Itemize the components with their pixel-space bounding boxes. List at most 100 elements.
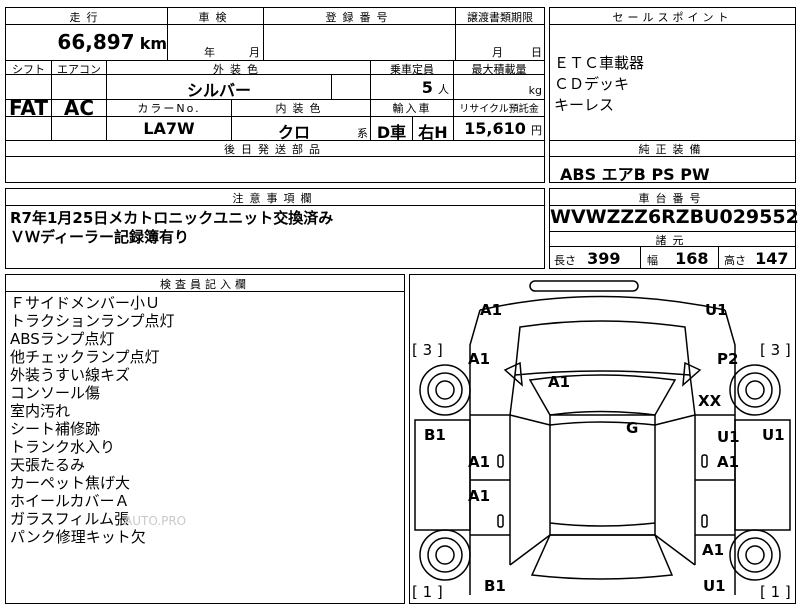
inspector-note-line: 天張たるみ: [10, 456, 86, 474]
bracket-right-bottom: [ 1 ]: [760, 583, 791, 601]
spec-width: 幅 168: [647, 249, 709, 268]
hood: [514, 320, 691, 376]
front-bumper: [479, 295, 726, 311]
damage-diagram-box: A1 U1 [ 3 ] [ 3 ] A1 P2 A1 XX B1 G U1 U1…: [409, 274, 796, 604]
mark-a1-left-door1: A1: [468, 453, 491, 471]
import-value-2: 右H: [418, 123, 448, 142]
rear-window: [530, 534, 674, 580]
mileage-value: 66,897: [57, 30, 135, 54]
mark-u1-right-edge: U1: [762, 426, 785, 444]
sales-point-1: ＥＴＣ車載器: [554, 54, 645, 72]
inspector-note-line: コンソール傷: [10, 384, 101, 402]
interior-value: クロ: [277, 123, 310, 142]
mark-a1-hood: A1: [548, 373, 571, 391]
hood-edge-left: [509, 374, 516, 416]
mileage-unit: km: [139, 34, 167, 53]
transfer-day-label: 日: [531, 46, 542, 59]
mark-a1-right-door1: A1: [717, 453, 740, 471]
inspector-note-line: カーペット焦げ大: [10, 474, 131, 492]
notice-header: 注意事項欄: [232, 192, 318, 205]
inspector-header: 検査員記入欄: [160, 278, 250, 291]
capacity-header: 乗車定員: [390, 63, 434, 76]
recycle-value: 15,610: [464, 119, 526, 138]
max-load-header: 最大積載量: [471, 63, 527, 76]
mark-u1-right-door: U1: [717, 428, 740, 446]
recycle-value-cell: 15,610 円: [454, 119, 542, 138]
height-value: 147: [755, 249, 789, 268]
handle-right-front: [701, 454, 708, 468]
mark-b1-left: B1: [424, 426, 446, 444]
inspector-note-line: シート補修跡: [10, 420, 101, 438]
notice-line-2: ＶＷディーラー記録簿有り: [10, 228, 189, 246]
interior-suffix: 系: [357, 127, 368, 140]
mark-u1-front-right: U1: [705, 301, 728, 319]
watermark-text: AUTO.PRO: [124, 514, 187, 528]
inspector-note-line: 外装うすい線キズ: [10, 366, 131, 384]
mark-g-roof: G: [626, 419, 639, 437]
import-header: 輸入車: [392, 102, 432, 115]
interior-header: 内装色: [275, 102, 327, 115]
mark-xx: XX: [698, 392, 722, 410]
front-bumper-bar: [529, 280, 639, 292]
aircon-header: エアコン: [57, 63, 101, 76]
mark-u1-bottom: U1: [703, 577, 726, 595]
handle-right-rear: [701, 514, 708, 528]
capacity-value: 5: [421, 78, 433, 97]
mark-a1-left-fender: A1: [468, 350, 491, 368]
sales-points-box: セールスポイント ＥＴＣ車載器 ＣＤデッキ キーレス 純正装備 ABS エアB …: [549, 7, 796, 184]
inspector-note-line: ABSランプ点灯: [10, 330, 115, 348]
inspector-lines: Ｆサイドメンバー小Ｕ トラクションランプ点灯 ABSランプ点灯 他チェックランプ点灯外…: [10, 294, 175, 546]
recycle-unit: 円: [531, 124, 542, 137]
roof-line-bottom: [549, 522, 656, 527]
mark-a1-left-door2: A1: [468, 487, 491, 505]
hood-edge-right: [689, 374, 696, 416]
chassis-number: WVWZZZ6RZBU029552: [550, 206, 799, 228]
chassis-box: 車台番号 WVWZZZ6RZBU029552 諸元 長さ 399 幅 168 高…: [549, 188, 799, 269]
recycle-header: リサイクル預託金: [459, 104, 539, 115]
spec-length: 長さ 399: [554, 249, 621, 268]
door-inner-left: [509, 414, 551, 566]
length-label: 長さ: [554, 254, 576, 267]
bracket-left-top: [ 3 ]: [412, 341, 443, 359]
sales-point-2: ＣＤデッキ: [554, 75, 630, 93]
width-label: 幅: [647, 254, 658, 267]
inspector-note-line: トラクションランプ点灯: [10, 312, 175, 330]
sales-point-3: キーレス: [554, 96, 615, 114]
width-value: 168: [675, 249, 709, 268]
transfer-month-label: 月: [492, 46, 503, 59]
inspection-year-label: 年: [204, 46, 215, 59]
shift-header: シフト: [12, 63, 45, 76]
length-value: 399: [587, 249, 621, 268]
mileage-header: 走行: [69, 11, 104, 24]
inspector-note-line: 室内汚れ: [10, 402, 71, 420]
later-parts-header: 後日発送部品: [224, 143, 326, 156]
bracket-left-bottom: [ 1 ]: [412, 583, 443, 601]
roof: [549, 414, 656, 536]
inspection-header: 車検: [198, 11, 233, 24]
exterior-header: 外装色: [213, 63, 264, 76]
mark-a1-front-left: A1: [480, 301, 503, 319]
vehicle-info-table: 走行 車検 登録番号 譲渡書類期限 66,897 km 年 月 月 日 シフト …: [5, 7, 545, 183]
inspector-note-line: 他チェックランプ点灯: [10, 348, 160, 366]
mileage-value-cell: 66,897 km: [6, 30, 167, 54]
transfer-header: 譲渡書類期限: [467, 11, 533, 24]
notice-line-1: R7年1月25日メカトロニックユニット交換済み: [10, 209, 334, 227]
sales-points-header: セールスポイント: [612, 11, 733, 24]
height-label: 高さ: [724, 254, 746, 267]
inspector-note-line: ホイールカバーＡ: [10, 492, 130, 510]
equipment-value: ABS エアB PS PW: [560, 165, 710, 184]
roof-line-top: [549, 421, 656, 426]
inspection-month-label: 月: [249, 46, 260, 59]
mark-b1-bottom: B1: [484, 577, 506, 595]
aircon-value: AC: [63, 96, 95, 120]
max-load-unit: kg: [528, 84, 542, 97]
capacity-value-cell: 5 人: [371, 78, 453, 97]
inspector-box: 検査員記入欄 Ｆサイドメンバー小Ｕ トラクションランプ点灯 ABSランプ点灯 他チェッ…: [5, 274, 405, 604]
equipment-header: 純正装備: [638, 143, 707, 156]
handle-left-front: [497, 454, 504, 468]
import-value-1: D車: [376, 123, 407, 142]
spec-height: 高さ 147: [724, 249, 789, 268]
mark-p2-right-fender: P2: [717, 350, 739, 368]
color-no-value: LA7W: [143, 119, 195, 138]
capacity-unit: 人: [438, 83, 449, 96]
